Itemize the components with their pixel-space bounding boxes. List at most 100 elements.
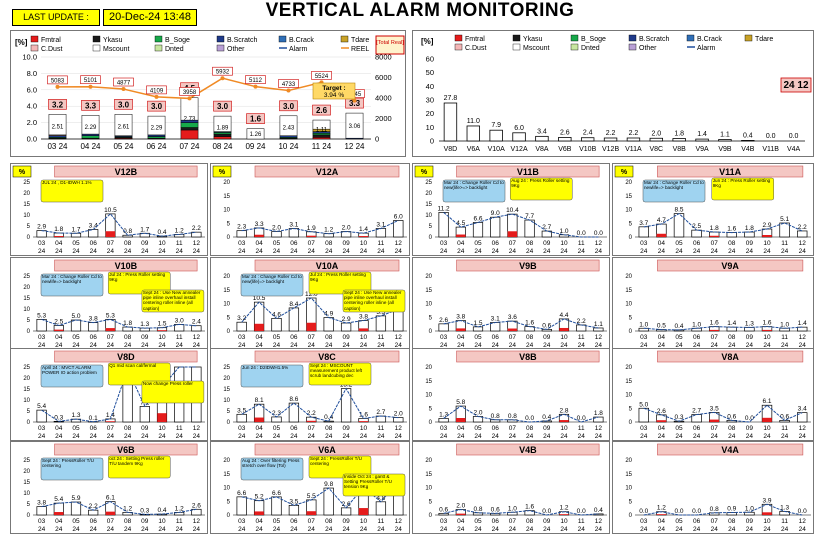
x-month-label: 03 [38, 425, 46, 432]
y-tick-label: 0 [429, 329, 433, 335]
x-year-label: 24 [526, 248, 534, 255]
machine-bar [271, 496, 282, 516]
y-tick-label: 20 [223, 180, 230, 186]
machine-panel-v9b: V9B 0 5 10 15 20 2.6 03 24 3.8 04 24 1.5 05 24 3.1 06 24 3… [412, 257, 610, 350]
x-year-label: 24 [492, 526, 500, 533]
callout-body: Sept 24 : Use New annealer pipe inline o… [142, 290, 201, 311]
machine-chart-v8d: V8D05101520255.403240.304241.305240.1062… [23, 350, 205, 440]
bar-value-label: 0.4 [594, 507, 603, 514]
machine-panel-v8d: V8D 0 5 10 15 20 25 5.4 03 24 0.3 04 24 1.3 05 24 0.1 06 2… [10, 348, 208, 441]
panel-title: V4A [721, 445, 739, 455]
callout-body: Mar 24 : Change Roller Cd to new(life)=>… [242, 274, 302, 284]
panel-title: V12B [115, 167, 138, 177]
x-month-label: 07 [308, 518, 316, 525]
callout-body: Aug 24 : Press Roller setting 9Kg [511, 178, 569, 188]
y-tick-label: 25 [23, 365, 30, 371]
x-month-label: 07 [308, 334, 316, 341]
bar-value-label: 2.0 [473, 410, 482, 417]
y2-tick-label: 2000 [375, 114, 392, 123]
machine-bar [718, 139, 732, 142]
bar-value-label: 2.0 [456, 503, 465, 510]
x-year-label: 24 [640, 433, 648, 440]
bar-value-label: 1.3 [745, 320, 754, 327]
x-month-label: 05 [273, 518, 281, 525]
machine-bar [271, 317, 282, 332]
reel-point [253, 84, 258, 89]
bar-value-label: 1.2 [123, 505, 132, 512]
y-tick-label: 10 [426, 123, 434, 132]
reel-line [57, 77, 355, 102]
bar-value-label: 2.3 [272, 410, 281, 417]
y-tick-label: 0 [227, 235, 231, 241]
machine-bar [672, 138, 686, 142]
bar-fmtral-segment [456, 328, 466, 331]
bar-fmtral-segment [254, 234, 264, 237]
x-tick-label: 10 24 [278, 142, 299, 151]
x-year-label: 24 [746, 526, 754, 533]
x-month-label: 06 [90, 334, 98, 341]
bar-value-label: 1.6 [762, 320, 771, 327]
reel-label: 3958 [183, 90, 197, 96]
x-year-label: 24 [728, 526, 736, 533]
x-month-label: 12 [799, 518, 807, 525]
y-tick-label: 5 [227, 315, 231, 321]
x-year-label: 24 [509, 433, 517, 440]
bar-value-label: 3.4 [798, 406, 807, 413]
bar-value-label: 2.4 [192, 319, 201, 326]
machine-chart-v10a: V10A051015203.2032410.504244.605248.4062… [223, 259, 407, 349]
x-month-label: 10 [360, 518, 368, 525]
bar-fmtral-segment [157, 413, 167, 422]
bar-value-label: 0.0 [745, 415, 754, 422]
x-month-label: 09 [746, 240, 754, 247]
bar-fmtral-segment [358, 328, 369, 331]
y-tick-label: 0 [227, 420, 231, 426]
bar-fmtral-segment [358, 421, 369, 422]
y-tick-label: 10 [425, 302, 432, 308]
x-month-label: 11 [578, 240, 585, 247]
y-tick-label: 0 [227, 513, 231, 519]
bar-value-label: 2.2 [629, 130, 639, 137]
callout-text: Sept 24 : Use New annealer pipe inline o… [142, 290, 201, 311]
x-month-label: 05 [72, 425, 80, 432]
y-tick-label: 5 [429, 406, 433, 412]
machine-bar [691, 229, 702, 238]
legend-swatch [454, 34, 463, 42]
bar-fmtral-segment [709, 329, 720, 331]
x-month-label: 03 [440, 425, 448, 432]
x-month-label: 04 [457, 334, 465, 341]
y-tick-label: 5 [27, 224, 31, 230]
callout-body: Now change Press roller [143, 381, 193, 386]
x-year-label: 24 [72, 248, 80, 255]
bar-value-label: 2.0 [394, 411, 403, 418]
machine-chart-v9b: V9B051015202.603243.804241.505243.106243… [425, 259, 607, 349]
bar-value-label: 27.8 [444, 95, 458, 102]
x-month-label: 12 [395, 425, 403, 432]
bar-value-label: 3.8 [456, 314, 465, 321]
legend-swatch [154, 35, 163, 43]
x-tick-label: V9B [718, 146, 732, 153]
y-tick-label: 0 [429, 235, 433, 241]
bar-value-label: 0.3 [140, 507, 149, 514]
machine-bar [323, 317, 334, 332]
x-month-label: 10 [560, 334, 568, 341]
x-month-label: 07 [107, 425, 115, 432]
x-tick-label: V6B [558, 146, 572, 153]
x-month-label: 09 [141, 518, 149, 525]
bar-fmtral-segment [456, 234, 466, 237]
bar-value-label: 8.5 [674, 207, 683, 214]
machine-bar [236, 496, 247, 516]
legend-swatch [512, 43, 521, 51]
bar-value-label: 0.8 [491, 413, 500, 420]
panel-title: V12A [316, 167, 339, 177]
legend-label: B_Soge [581, 36, 606, 43]
x-month-label: 03 [238, 240, 246, 247]
machine-panel-v6a: V6A 0 5 10 15 20 6.6 03 24 5.2 04 24 6.6 05 24 3.5 06 24 5… [210, 441, 410, 534]
x-month-label: 11 [378, 240, 385, 247]
machine-bar [88, 322, 99, 332]
x-year-label: 24 [55, 248, 63, 255]
trend-line [443, 508, 599, 516]
machine-panel-v8c: V8C 0 5 10 15 20 25 3.5 03 24 8.1 04 24 2.3 05 24 8.6 06 2… [210, 348, 410, 441]
bar-inner-label: 2.29 [85, 125, 97, 131]
y-tick-label: 15 [625, 288, 632, 294]
x-month-label: 10 [763, 240, 771, 247]
